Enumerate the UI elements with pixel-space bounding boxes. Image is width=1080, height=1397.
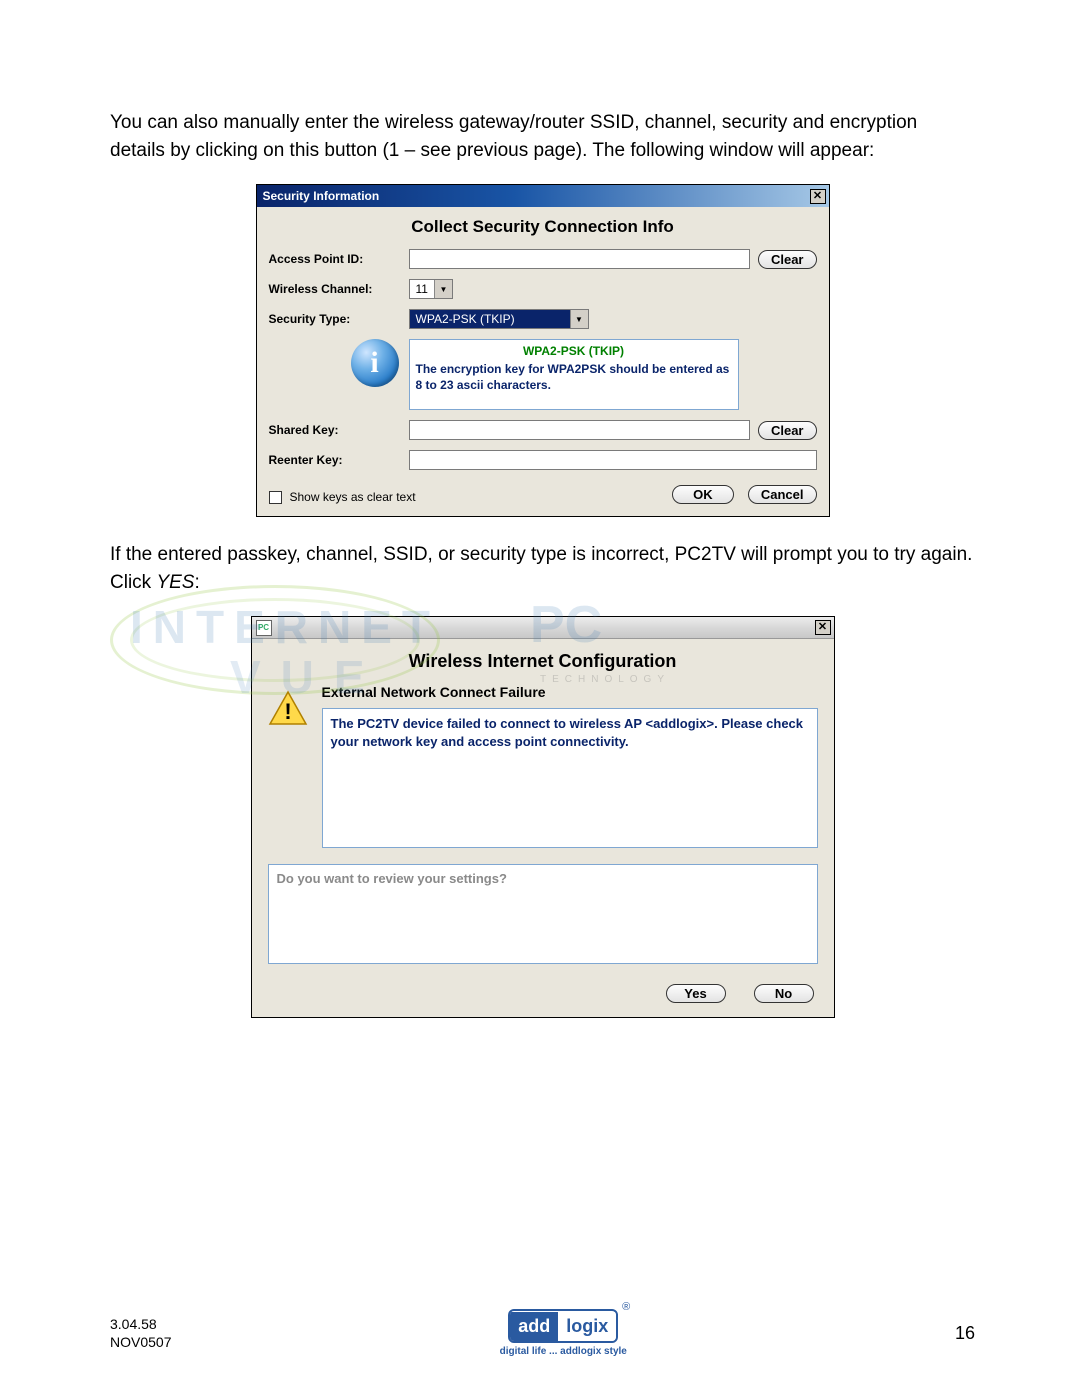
show-keys-checkbox[interactable] (269, 491, 282, 504)
chevron-down-icon: ▼ (570, 310, 588, 328)
security-type-dropdown[interactable]: WPA2-PSK (TKIP) ▼ (409, 309, 589, 329)
dialog2-titlebar: PC ✕ (252, 617, 834, 639)
ok-button[interactable]: OK (672, 485, 734, 504)
footer-version-block: 3.04.58 NOV0507 (110, 1315, 171, 1351)
dialog2-heading: Wireless Internet Configuration (268, 651, 818, 672)
review-question: Do you want to review your settings? (277, 871, 507, 886)
shared-key-input[interactable] (409, 420, 750, 440)
registered-icon: ® (622, 1301, 630, 1313)
footer-logo: add logix ® digital life ... addlogix st… (500, 1309, 627, 1357)
label-shared-key: Shared Key: (269, 423, 409, 437)
logo-right: logix (558, 1312, 616, 1341)
clear-button-key[interactable]: Clear (758, 421, 817, 440)
label-reenter-key: Reenter Key: (269, 453, 409, 467)
label-wireless-channel: Wireless Channel: (269, 282, 409, 296)
info-text: The encryption key for WPA2PSK should be… (416, 362, 732, 393)
channel-dropdown[interactable]: 11 ▼ (409, 279, 453, 299)
cancel-button[interactable]: Cancel (748, 485, 817, 504)
clear-button-ap[interactable]: Clear (758, 250, 817, 269)
wireless-config-dialog: PC ✕ Wireless Internet Configuration ! E… (251, 616, 835, 1018)
page-footer: 3.04.58 NOV0507 add logix ® digital life… (0, 1309, 1080, 1357)
warning-icon: ! (268, 690, 308, 726)
second-paragraph: If the entered passkey, channel, SSID, o… (110, 541, 975, 596)
dialog1-title: Security Information (263, 189, 380, 203)
yes-button[interactable]: Yes (666, 984, 726, 1003)
info-title: WPA2-PSK (TKIP) (416, 344, 732, 358)
logo-left: add (510, 1312, 558, 1341)
label-access-point: Access Point ID: (269, 252, 409, 266)
page-number: 16 (955, 1323, 975, 1344)
failure-message: The PC2TV device failed to connect to wi… (331, 715, 809, 750)
para2-yes: YES (156, 572, 194, 593)
channel-value: 11 (410, 281, 434, 297)
close-icon[interactable]: ✕ (815, 620, 831, 635)
dialog1-titlebar: Security Information ✕ (257, 185, 829, 207)
label-security-type: Security Type: (269, 312, 409, 326)
footer-date: NOV0507 (110, 1333, 171, 1351)
footer-version: 3.04.58 (110, 1315, 171, 1333)
no-button[interactable]: No (754, 984, 814, 1003)
dialog1-heading: Collect Security Connection Info (269, 217, 817, 237)
security-type-value: WPA2-PSK (TKIP) (410, 311, 570, 327)
close-icon[interactable]: ✕ (810, 189, 826, 204)
app-icon: PC (256, 620, 272, 636)
security-information-dialog: Security Information ✕ Collect Security … (256, 184, 830, 517)
info-icon: i (351, 339, 399, 387)
chevron-down-icon: ▼ (434, 280, 452, 298)
info-box: WPA2-PSK (TKIP) The encryption key for W… (409, 339, 739, 410)
access-point-input[interactable] (409, 249, 750, 269)
para2-text-b: : (194, 572, 199, 593)
failure-heading: External Network Connect Failure (322, 684, 818, 700)
intro-paragraph: You can also manually enter the wireless… (110, 109, 975, 164)
reenter-key-input[interactable] (409, 450, 817, 470)
para2-text-a: If the entered passkey, channel, SSID, o… (110, 544, 972, 593)
show-keys-label: Show keys as clear text (290, 490, 416, 504)
logo-tagline: digital life ... addlogix style (500, 1346, 627, 1357)
failure-message-box: The PC2TV device failed to connect to wi… (322, 708, 818, 848)
svg-text:!: ! (284, 699, 291, 724)
review-question-box: Do you want to review your settings? (268, 864, 818, 964)
